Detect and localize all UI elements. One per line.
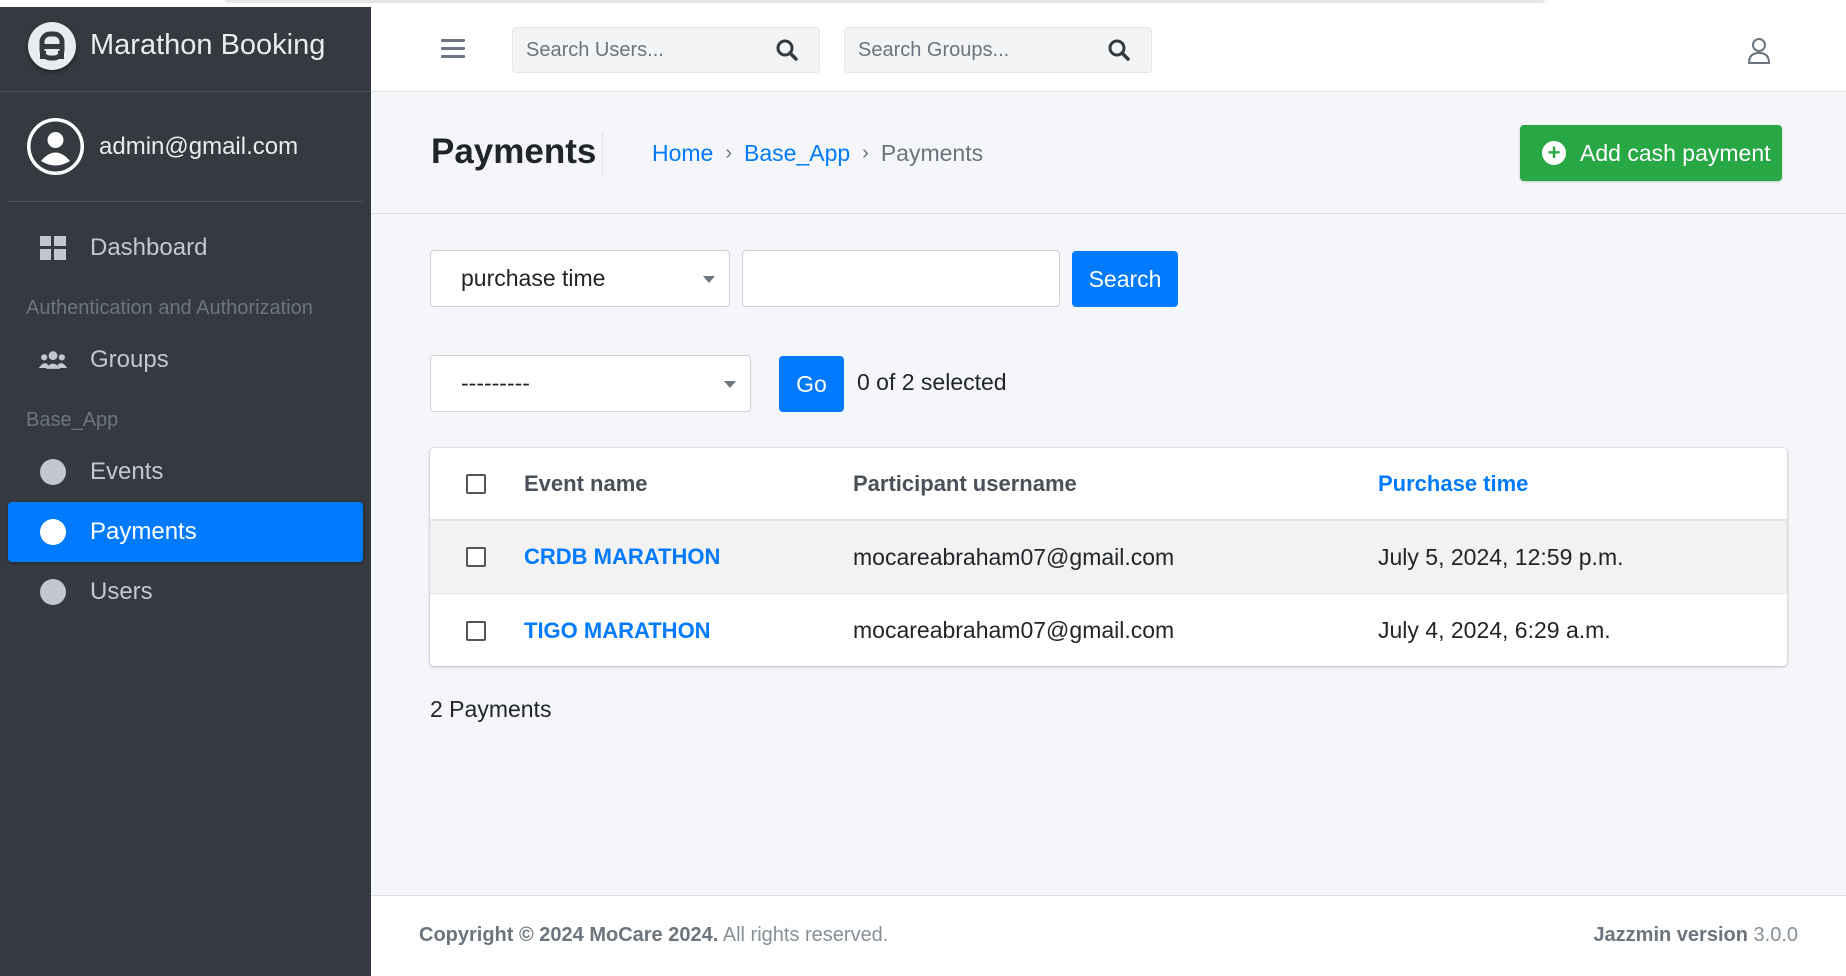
event-link[interactable]: TIGO MARATHON <box>524 618 711 644</box>
nav-header-auth: Authentication and Authorization <box>26 297 313 319</box>
scroll-indicator <box>225 0 1545 3</box>
event-link[interactable]: CRDB MARATHON <box>524 544 720 570</box>
dashboard-icon <box>38 233 68 263</box>
sidebar-item-events[interactable]: Events <box>8 442 363 502</box>
user-panel[interactable]: admin@gmail.com <box>8 92 363 202</box>
footer: Copyright © 2024 MoCare 2024. All rights… <box>371 895 1846 976</box>
sidebar-item-label: Payments <box>90 518 197 545</box>
copyright-rest: All rights reserved. <box>718 924 889 946</box>
purchase-time-cell: July 4, 2024, 6:29 a.m. <box>1378 617 1611 643</box>
search-field-select[interactable]: purchase time <box>430 250 730 307</box>
copyright-bold: Copyright © 2024 MoCare 2024. <box>419 924 719 946</box>
search-text-input[interactable] <box>742 250 1060 307</box>
search-icon[interactable] <box>763 28 811 72</box>
action-select-value: --------- <box>461 370 530 396</box>
add-cash-payment-label: Add cash payment <box>1580 139 1771 166</box>
brand-link[interactable]: Marathon Booking <box>0 0 371 92</box>
payments-table: Event name Participant username Purchase… <box>430 448 1787 666</box>
circle-icon <box>38 457 68 487</box>
sidebar-item-users[interactable]: Users <box>8 562 363 622</box>
breadcrumb-current: Payments <box>880 140 984 166</box>
user-menu-icon[interactable] <box>1747 37 1773 65</box>
top-navbar <box>371 7 1846 92</box>
brand-name: Marathon Booking <box>90 29 326 61</box>
go-button[interactable]: Go <box>779 356 844 412</box>
version-label: Jazzmin version <box>1593 924 1748 946</box>
search-users-input[interactable] <box>513 38 763 62</box>
version-number: 3.0.0 <box>1747 924 1799 946</box>
column-header-purchase-time[interactable]: Purchase time <box>1378 471 1528 497</box>
selected-count: 0 of 2 selected <box>857 369 1007 395</box>
sidebar-item-dashboard[interactable]: Dashboard <box>8 218 363 278</box>
chevron-down-icon <box>724 380 736 388</box>
circle-icon <box>38 517 68 547</box>
column-header-event-name[interactable]: Event name <box>524 471 648 497</box>
sidebar-item-label: Users <box>90 578 153 605</box>
table-row: CRDB MARATHON mocareabraham07@gmail.com … <box>430 521 1787 594</box>
table-row: TIGO MARATHON mocareabraham07@gmail.com … <box>430 594 1787 666</box>
breadcrumb-separator: › <box>862 142 869 164</box>
add-cash-payment-button[interactable]: + Add cash payment <box>1520 125 1782 181</box>
row-checkbox[interactable] <box>466 620 486 641</box>
user-email: admin@gmail.com <box>99 132 299 160</box>
sidebar-item-payments[interactable]: Payments <box>8 502 363 562</box>
content-header: Payments Home › Base_App › Payments + Ad… <box>371 92 1846 214</box>
search-groups-input[interactable] <box>845 38 1095 62</box>
column-header-participant[interactable]: Participant username <box>853 471 1077 497</box>
menu-toggle-icon[interactable] <box>441 39 465 59</box>
users-group-icon <box>38 345 68 375</box>
copyright: Copyright © 2024 MoCare 2024. All rights… <box>419 924 888 947</box>
sidebar-item-label: Events <box>90 458 164 485</box>
sidebar: Marathon Booking admin@gmail.com Dashboa… <box>0 0 371 976</box>
breadcrumb-separator: › <box>725 142 733 164</box>
sidebar-nav: Dashboard Authentication and Authorizati… <box>0 218 371 622</box>
participant-cell: mocareabraham07@gmail.com <box>853 617 1175 643</box>
sidebar-item-groups[interactable]: Groups <box>8 330 363 390</box>
chevron-down-icon <box>703 275 715 283</box>
circle-icon <box>38 577 68 607</box>
table-header-row: Event name Participant username Purchase… <box>430 448 1787 521</box>
result-count: 2 Payments <box>430 696 552 722</box>
row-checkbox[interactable] <box>466 547 486 567</box>
purchase-time-cell: July 5, 2024, 12:59 p.m. <box>1378 543 1624 570</box>
select-all-checkbox[interactable] <box>466 473 486 494</box>
search-groups-form <box>844 27 1152 73</box>
participant-cell: mocareabraham07@gmail.com <box>853 543 1175 570</box>
browser-top-strip <box>0 0 1846 7</box>
brand-logo-icon <box>28 21 76 70</box>
sidebar-item-label: Groups <box>90 346 169 373</box>
nav-header-base-app: Base_App <box>26 409 119 431</box>
divider <box>602 132 603 176</box>
breadcrumb: Home › Base_App › Payments <box>652 140 983 167</box>
search-icon[interactable] <box>1095 28 1143 72</box>
user-avatar-icon <box>27 118 84 175</box>
search-field-value: purchase time <box>461 265 606 291</box>
search-users-form <box>512 27 820 73</box>
sidebar-item-label: Dashboard <box>90 234 208 261</box>
breadcrumb-home[interactable]: Home <box>652 140 713 167</box>
breadcrumb-base-app[interactable]: Base_App <box>744 140 850 167</box>
page-title: Payments <box>431 132 597 171</box>
search-button[interactable]: Search <box>1072 251 1178 307</box>
plus-circle-icon: + <box>1542 141 1566 165</box>
action-select[interactable]: --------- <box>430 355 751 412</box>
version-info: Jazzmin version 3.0.0 <box>1593 924 1798 947</box>
